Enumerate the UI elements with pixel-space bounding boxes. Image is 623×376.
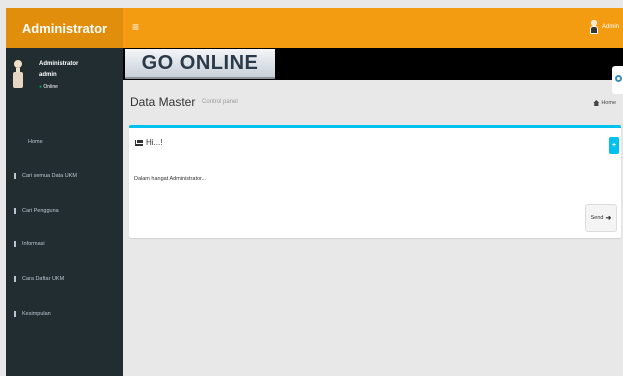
online-status-label: Online (43, 84, 58, 90)
sidebar-item-label: Cara Daftar UKM (22, 276, 65, 282)
user-menu-label: Admin (601, 24, 619, 30)
box-message: Dalam hangat Administrator... (134, 176, 207, 182)
envelope-icon (135, 139, 143, 146)
bar-icon (14, 311, 16, 317)
sidebar: Administrator admin ● Online Home Cari s… (6, 48, 123, 376)
sidebar-item-cari-data-ukm[interactable]: Cari semua Data UKM (6, 168, 123, 184)
avatar (12, 60, 24, 88)
content-header: Data Master Control panel Home (130, 88, 620, 118)
banner-text: GO ONLINE (141, 51, 259, 74)
sidebar-item-cara-daftar[interactable]: Cara Daftar UKM (6, 271, 123, 287)
plus-icon: + (611, 142, 617, 149)
banner-badge: GO ONLINE (125, 49, 275, 79)
user-menu[interactable]: Admin (589, 20, 619, 34)
arrow-right-icon: ➜ (605, 215, 612, 222)
gear-icon (615, 75, 622, 82)
sidebar-user-name: Administrator (39, 61, 79, 67)
sidebar-user-status: ● Online (39, 84, 58, 90)
sidebar-item-label: Informasi (22, 241, 45, 247)
home-icon (593, 100, 600, 106)
sidebar-item-informasi[interactable]: Informasi (6, 236, 123, 252)
top-navbar: ≡ Admin (123, 8, 623, 48)
breadcrumb-home[interactable]: Home (601, 100, 616, 106)
app-logo[interactable]: Administrator (6, 8, 123, 48)
send-button[interactable]: Send ➜ (585, 204, 617, 232)
bar-icon (14, 208, 16, 214)
sidebar-item-label: Cari semua Data UKM (22, 173, 78, 179)
breadcrumb[interactable]: Home (593, 100, 616, 106)
page-subtitle: Control panel (202, 99, 238, 105)
box-tool-button[interactable]: + (609, 137, 619, 154)
sidebar-user-role: admin (39, 72, 57, 78)
box-header: Hi...! (135, 138, 162, 147)
sidebar-item-home[interactable]: Home (6, 134, 123, 150)
sidebar-item-label: Home (28, 139, 43, 145)
sidebar-item-cari-pengguna[interactable]: Cari Pengguna (6, 203, 123, 219)
bar-icon (14, 173, 16, 179)
sidebar-item-label: Kesimpulan (22, 311, 51, 317)
online-status-icon: ● (39, 84, 43, 90)
box-title: Hi...! (146, 138, 163, 147)
page-title: Data Master (130, 95, 196, 109)
sidebar-item-kesimpulan[interactable]: Kesimpulan (6, 306, 123, 322)
bar-icon (14, 241, 16, 247)
send-label: Send (590, 215, 604, 221)
message-box: Hi...! + Dalam hangat Administrator... S… (129, 125, 621, 238)
sidebar-item-label: Cari Pengguna (22, 208, 59, 214)
banner: GO ONLINE (123, 48, 623, 80)
sidebar-user-panel: Administrator admin ● Online (6, 56, 123, 108)
bar-icon (14, 276, 16, 282)
user-avatar-icon (589, 20, 599, 34)
menu-toggle-icon[interactable]: ≡ (132, 20, 139, 34)
